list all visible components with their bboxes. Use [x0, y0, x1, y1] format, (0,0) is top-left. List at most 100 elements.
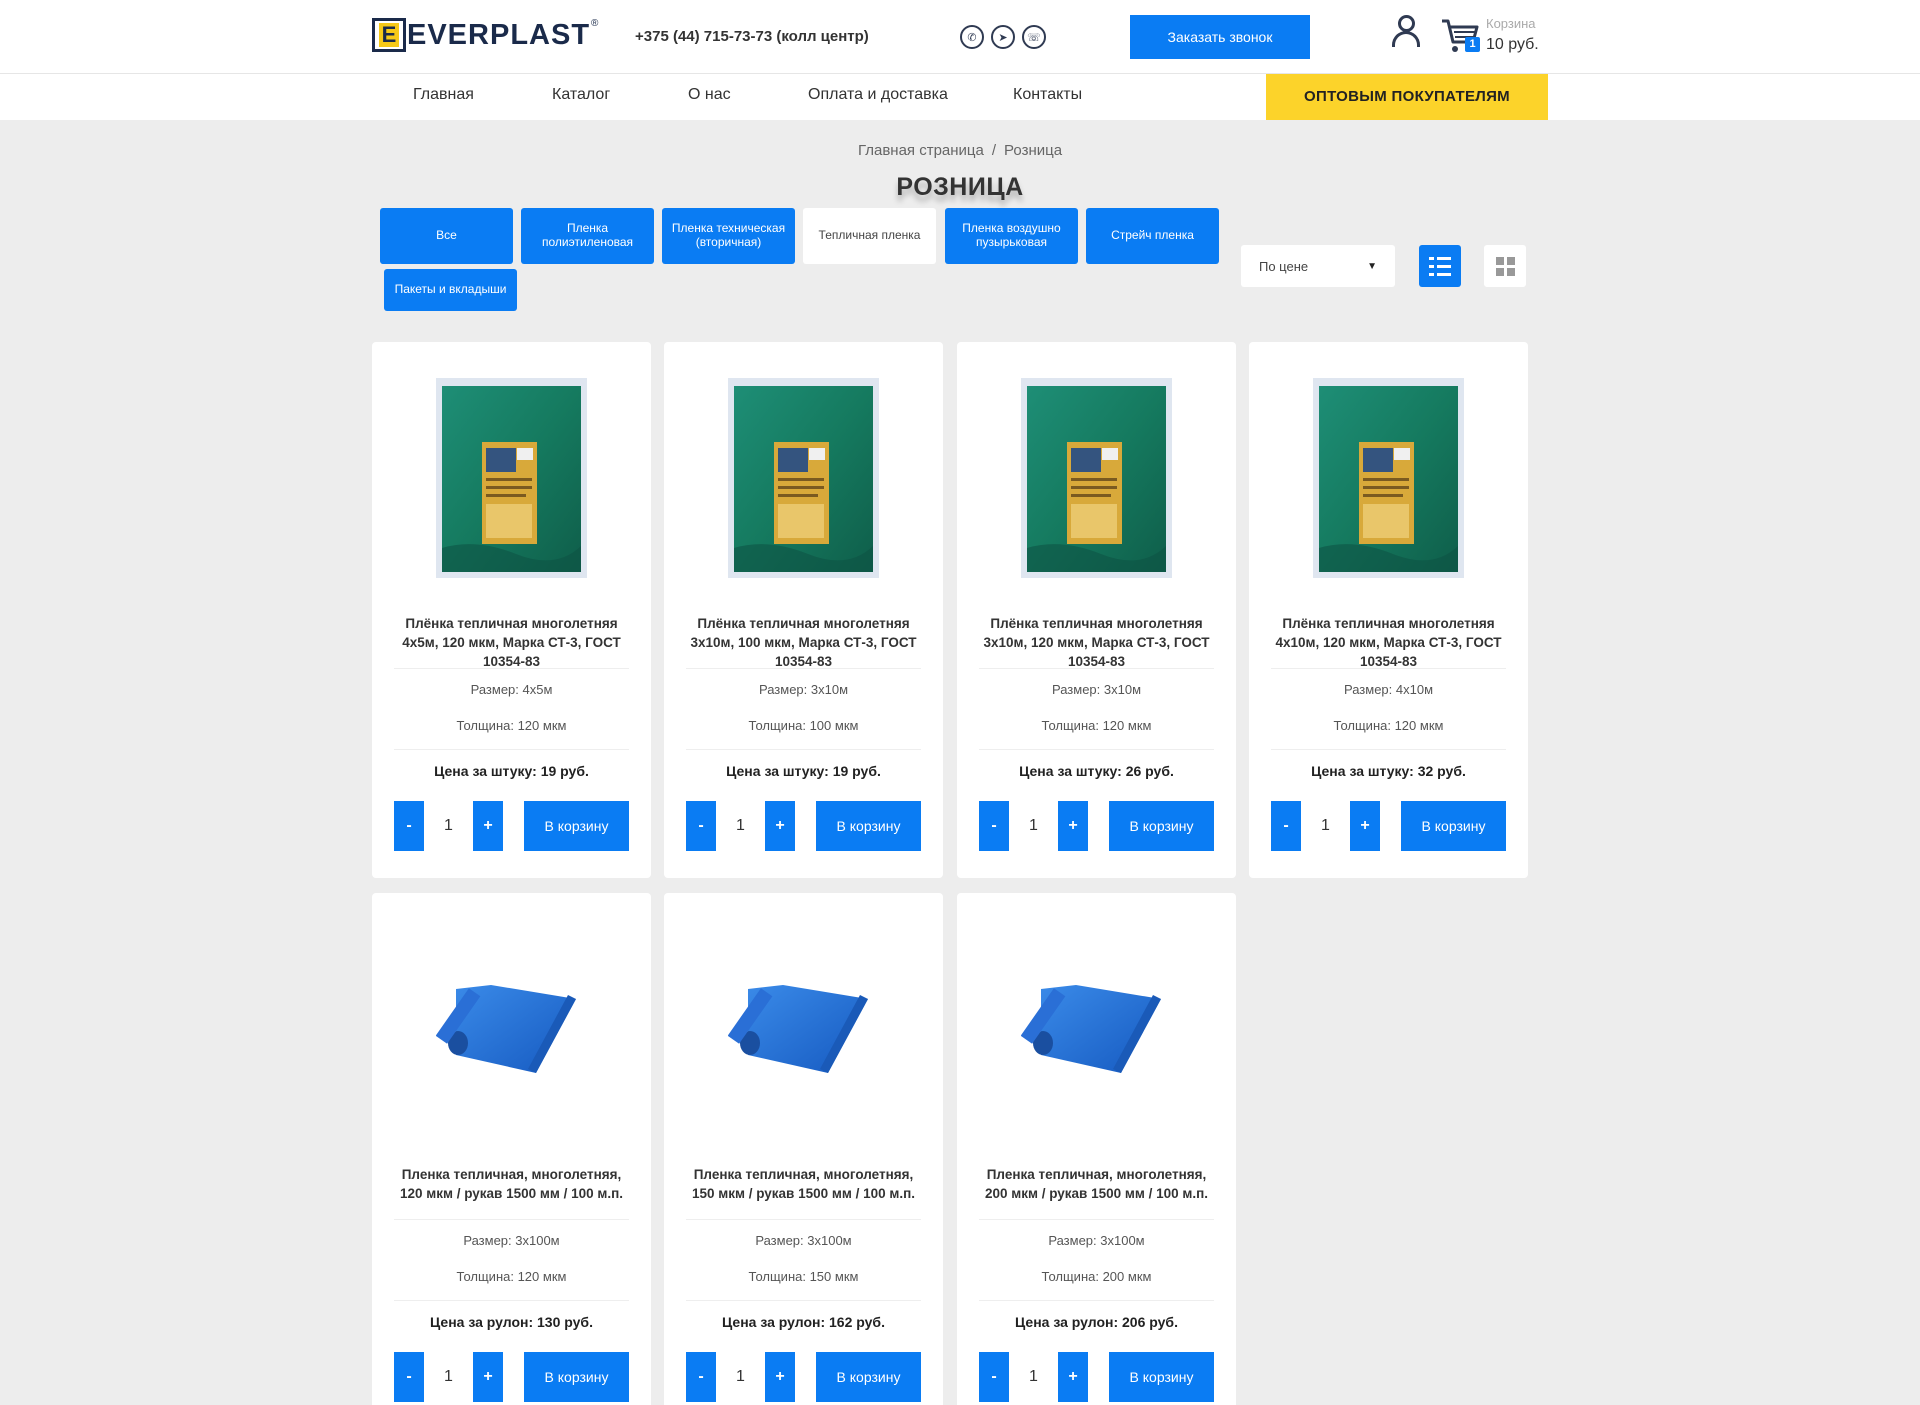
nav-item-catalog[interactable]: Каталог: [552, 86, 610, 104]
add-to-cart-button[interactable]: В корзину: [524, 801, 629, 851]
nav-item-payment-delivery[interactable]: Оплата и доставка: [808, 86, 948, 104]
filter-chip-all[interactable]: Все: [380, 208, 513, 264]
add-to-cart-button[interactable]: В корзину: [816, 1352, 921, 1402]
product-thickness: Толщина: 120 мкм: [456, 718, 567, 733]
product-size: Размер: 4х10м: [1343, 682, 1434, 697]
qty-increase-button[interactable]: +: [1058, 1352, 1088, 1402]
product-title[interactable]: Пленка тепличная, многолетняя, 200 мкм /…: [977, 1165, 1216, 1219]
filter-bar: Все Пленка полиэтиленовая Пленка техниче…: [372, 202, 1548, 342]
product-card[interactable]: Плёнка тепличная многолетняя 4х5м, 120 м…: [372, 342, 651, 878]
sort-value: По цене: [1259, 258, 1309, 274]
qty-decrease-button[interactable]: -: [394, 801, 424, 851]
whatsapp-icon[interactable]: ✆: [960, 25, 984, 49]
add-to-cart-button[interactable]: В корзину: [816, 801, 921, 851]
callback-button[interactable]: Заказать звонок: [1130, 15, 1310, 59]
product-price: Цена за рулон: 206 руб.: [1015, 1314, 1178, 1330]
product-card[interactable]: Плёнка тепличная многолетняя 3х10м, 100 …: [664, 342, 943, 878]
cart-label: Корзина: [1486, 16, 1536, 31]
product-title[interactable]: Плёнка тепличная многолетняя 3х10м, 120 …: [977, 614, 1216, 669]
filter-chip-bubble[interactable]: Пленка воздушно пузырьковая: [945, 208, 1078, 264]
product-thickness: Толщина: 120 мкм: [1333, 718, 1444, 733]
qty-input[interactable]: [1009, 1352, 1058, 1402]
filter-chip-greenhouse[interactable]: Тепличная пленка: [803, 208, 936, 264]
divider: [979, 749, 1214, 750]
add-to-cart-button[interactable]: В корзину: [1401, 801, 1506, 851]
add-to-cart-button[interactable]: В корзину: [1109, 801, 1214, 851]
qty-input[interactable]: [424, 1352, 473, 1402]
product-image[interactable]: [1021, 378, 1172, 578]
qty-input[interactable]: [424, 801, 473, 851]
product-image[interactable]: [728, 378, 879, 578]
product-price: Цена за рулон: 162 руб.: [722, 1314, 885, 1330]
qty-decrease-button[interactable]: -: [1271, 801, 1301, 851]
product-price: Цена за штуку: 26 руб.: [1019, 763, 1174, 779]
qty-input[interactable]: [1009, 801, 1058, 851]
logo[interactable]: E EVERPLAST ®: [372, 18, 598, 52]
grid-view-button[interactable]: [1484, 245, 1526, 287]
product-image[interactable]: [436, 929, 587, 1129]
cart-widget[interactable]: 1 Корзина 10 руб.: [1440, 14, 1550, 58]
product-card[interactable]: Плёнка тепличная многолетняя 3х10м, 120 …: [957, 342, 1236, 878]
breadcrumb-home[interactable]: Главная страница: [858, 142, 984, 159]
nav-item-about[interactable]: О нас: [688, 86, 731, 104]
product-price: Цена за штуку: 32 руб.: [1311, 763, 1466, 779]
wholesale-button[interactable]: ОПТОВЫМ ПОКУПАТЕЛЯМ: [1266, 74, 1548, 120]
nav-item-home[interactable]: Главная: [413, 86, 474, 104]
qty-decrease-button[interactable]: -: [686, 801, 716, 851]
sort-select[interactable]: По цене ▼: [1241, 245, 1395, 287]
product-price: Цена за штуку: 19 руб.: [434, 763, 589, 779]
filter-chip-bags[interactable]: Пакеты и вкладыши: [384, 269, 517, 311]
product-image[interactable]: [1313, 378, 1464, 578]
filter-chip-stretch[interactable]: Стрейч пленка: [1086, 208, 1219, 264]
product-image[interactable]: [1021, 929, 1172, 1129]
divider: [1271, 668, 1506, 669]
product-size: Размер: 4х5м: [470, 682, 553, 697]
viber-icon[interactable]: ☏: [1022, 25, 1046, 49]
product-card[interactable]: Пленка тепличная, многолетняя, 200 мкм /…: [957, 893, 1236, 1405]
cart-count-badge: 1: [1465, 37, 1480, 52]
product-title[interactable]: Плёнка тепличная многолетняя 3х10м, 100 …: [684, 614, 923, 669]
qty-input[interactable]: [716, 1352, 765, 1402]
product-thickness: Толщина: 120 мкм: [456, 1269, 567, 1284]
product-thickness: Толщина: 120 мкм: [1041, 718, 1152, 733]
product-card[interactable]: Плёнка тепличная многолетняя 4х10м, 120 …: [1249, 342, 1528, 878]
logo-mark: E: [372, 18, 406, 52]
qty-decrease-button[interactable]: -: [979, 801, 1009, 851]
qty-increase-button[interactable]: +: [765, 801, 795, 851]
divider: [394, 1300, 629, 1301]
qty-increase-button[interactable]: +: [473, 801, 503, 851]
filter-chip-technical[interactable]: Пленка техническая (вторичная): [662, 208, 795, 264]
product-title[interactable]: Пленка тепличная, многолетняя, 150 мкм /…: [684, 1165, 923, 1219]
user-account-icon[interactable]: [1390, 15, 1422, 49]
qty-decrease-button[interactable]: -: [979, 1352, 1009, 1402]
product-title[interactable]: Плёнка тепличная многолетняя 4х5м, 120 м…: [392, 614, 631, 669]
qty-input[interactable]: [716, 801, 765, 851]
nav-item-contacts[interactable]: Контакты: [1013, 86, 1082, 104]
product-thickness: Толщина: 200 мкм: [1041, 1269, 1152, 1284]
product-image[interactable]: [436, 378, 587, 578]
chevron-down-icon: ▼: [1367, 260, 1377, 272]
main-nav: Главная Каталог О нас Оплата и доставка …: [0, 74, 1920, 120]
phone-number[interactable]: +375 (44) 715-73-73 (колл центр): [635, 28, 869, 45]
list-view-button[interactable]: [1419, 245, 1461, 287]
product-thickness: Толщина: 150 мкм: [748, 1269, 859, 1284]
qty-decrease-button[interactable]: -: [394, 1352, 424, 1402]
qty-decrease-button[interactable]: -: [686, 1352, 716, 1402]
qty-increase-button[interactable]: +: [765, 1352, 795, 1402]
add-to-cart-button[interactable]: В корзину: [524, 1352, 629, 1402]
filter-chip-polyethylene[interactable]: Пленка полиэтиленовая: [521, 208, 654, 264]
qty-increase-button[interactable]: +: [473, 1352, 503, 1402]
divider: [686, 1219, 921, 1220]
messenger-links: ✆ ➤ ☏: [960, 25, 1046, 49]
product-title[interactable]: Плёнка тепличная многолетняя 4х10м, 120 …: [1269, 614, 1508, 669]
telegram-icon[interactable]: ➤: [991, 25, 1015, 49]
product-image[interactable]: [728, 929, 879, 1129]
qty-input[interactable]: [1301, 801, 1350, 851]
add-to-cart-button[interactable]: В корзину: [1109, 1352, 1214, 1402]
product-title[interactable]: Пленка тепличная, многолетняя, 120 мкм /…: [392, 1165, 631, 1219]
qty-increase-button[interactable]: +: [1350, 801, 1380, 851]
product-card[interactable]: Пленка тепличная, многолетняя, 150 мкм /…: [664, 893, 943, 1405]
divider: [394, 1219, 629, 1220]
qty-increase-button[interactable]: +: [1058, 801, 1088, 851]
product-card[interactable]: Пленка тепличная, многолетняя, 120 мкм /…: [372, 893, 651, 1405]
